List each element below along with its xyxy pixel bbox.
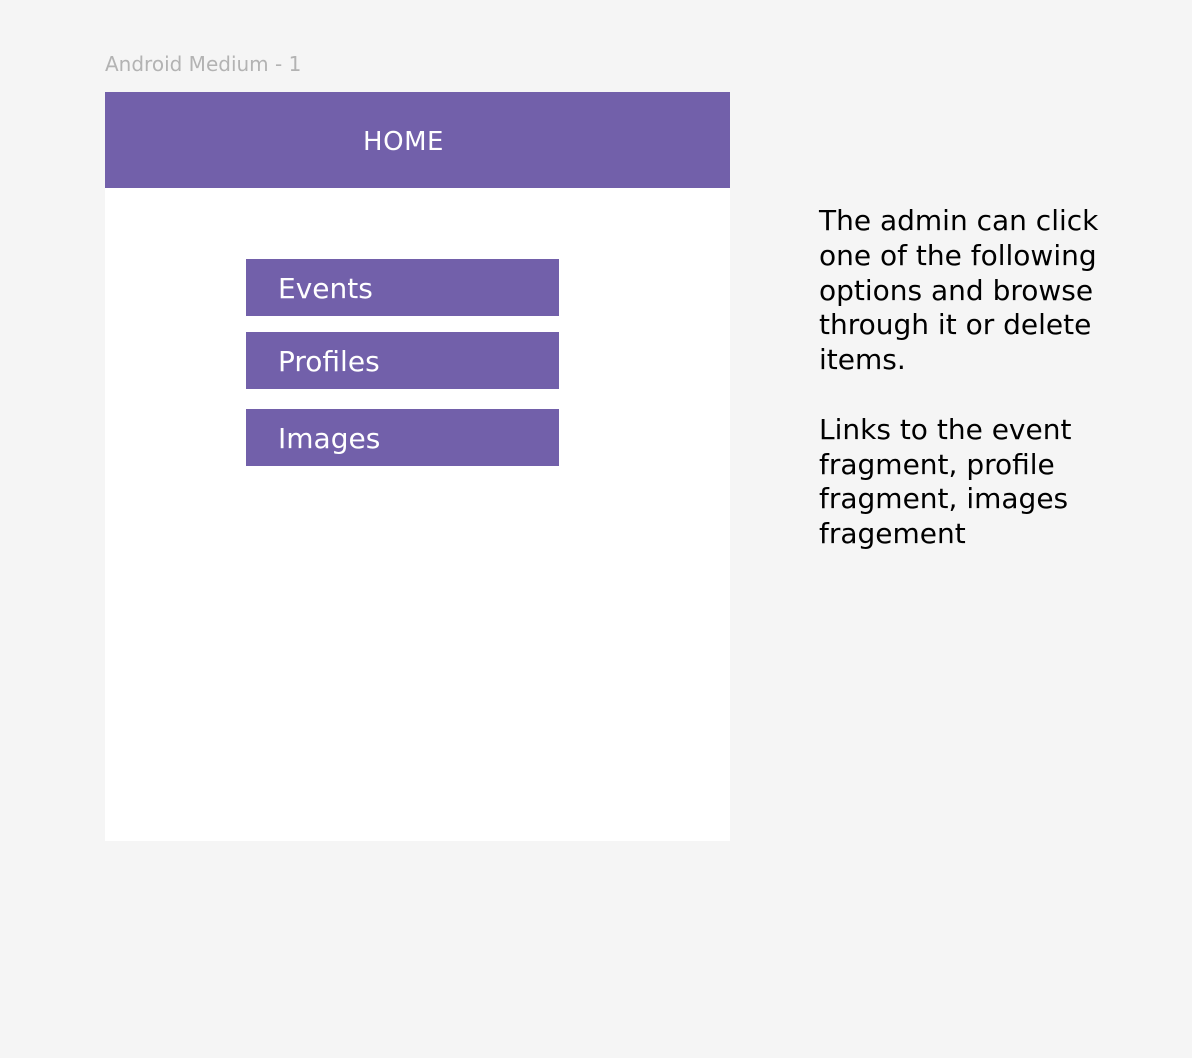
android-device-frame: HOME Events Profiles Images: [105, 92, 730, 841]
annotation-paragraph-2: Links to the event fragment, profile fra…: [819, 412, 1072, 551]
annotation-paragraph-1: The admin can click one of the following…: [819, 204, 1099, 377]
annotation-note: The admin can click one of the following…: [819, 204, 1139, 552]
app-bar: HOME: [105, 92, 730, 188]
profiles-button[interactable]: Profiles: [246, 332, 559, 389]
app-bar-title: HOME: [363, 127, 444, 157]
events-button[interactable]: Events: [246, 259, 559, 316]
images-button[interactable]: Images: [246, 409, 559, 466]
frame-label: Android Medium - 1: [105, 52, 302, 76]
